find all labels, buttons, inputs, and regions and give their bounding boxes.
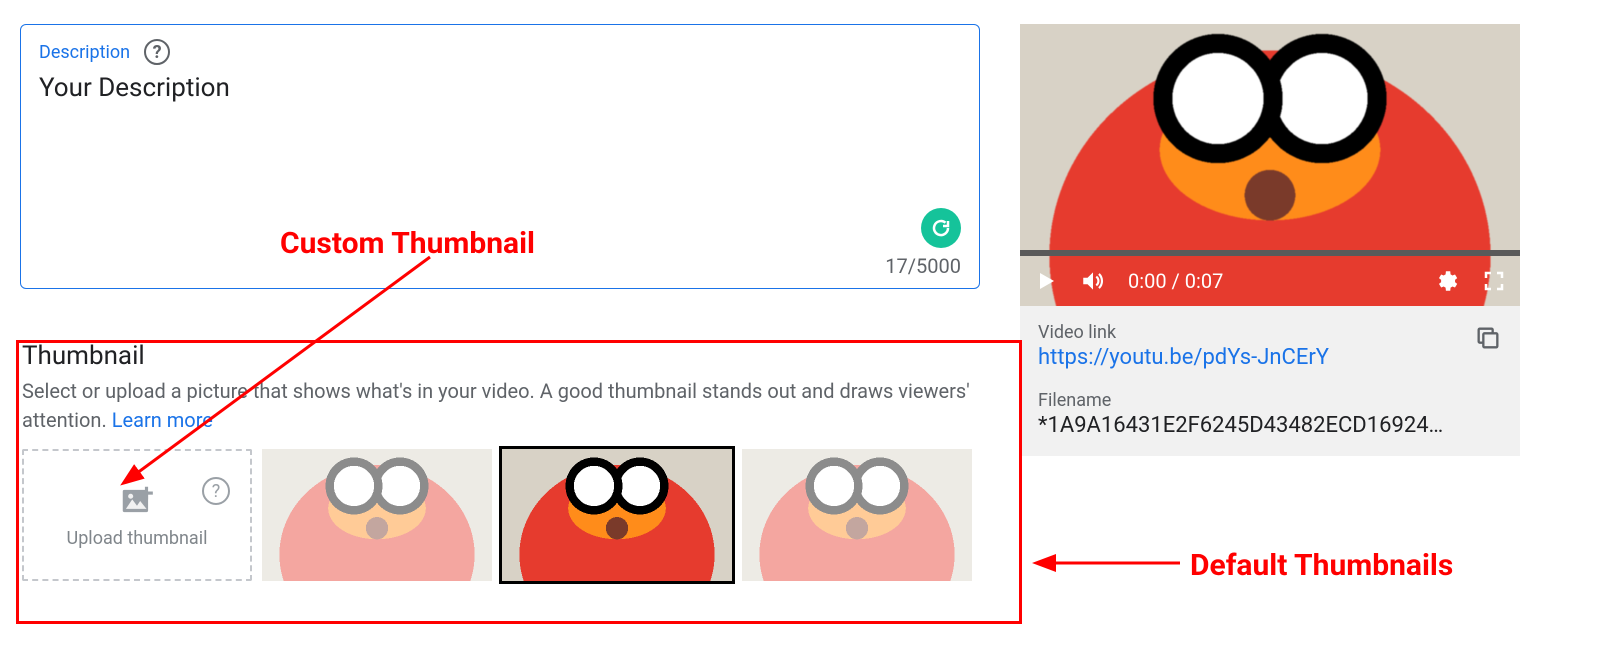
filename-label: Filename (1038, 390, 1502, 411)
upload-thumbnail-button[interactable]: ? Upload thumbnail (22, 449, 252, 581)
help-icon[interactable]: ? (144, 39, 170, 65)
copy-icon[interactable] (1474, 324, 1502, 356)
video-player[interactable]: 0:00 / 0:07 (1020, 24, 1520, 306)
help-icon[interactable]: ? (202, 477, 230, 505)
play-icon[interactable] (1034, 269, 1058, 293)
filename-value: *1A9A16431E2F6245D43482ECD16924… (1038, 413, 1502, 438)
video-preview-card: 0:00 / 0:07 Video link https://youtu.be/… (1020, 24, 1520, 456)
image-add-icon (118, 482, 156, 520)
char-count: 17/5000 (885, 254, 961, 278)
video-time: 0:00 / 0:07 (1128, 269, 1223, 293)
upload-thumbnail-label: Upload thumbnail (67, 528, 208, 549)
annotation-default-thumbnails: Default Thumbnails (1190, 548, 1453, 583)
thumbnail-title: Thumbnail (22, 341, 980, 371)
video-link-label: Video link (1038, 322, 1502, 343)
thumbnail-option-2[interactable] (502, 449, 732, 581)
description-value[interactable]: Your Description (39, 73, 961, 103)
thumbnail-option-3[interactable] (742, 449, 972, 581)
video-link[interactable]: https://youtu.be/pdYs-JnCErY (1038, 345, 1502, 370)
volume-icon[interactable] (1080, 268, 1106, 294)
fullscreen-icon[interactable] (1482, 269, 1506, 293)
grammarly-icon[interactable] (921, 208, 961, 248)
thumbnail-section: Thumbnail Select or upload a picture tha… (20, 341, 980, 581)
description-label: Description (39, 42, 130, 63)
settings-icon[interactable] (1434, 268, 1460, 294)
thumbnail-help-text: Select or upload a picture that shows wh… (22, 377, 980, 435)
thumbnail-option-1[interactable] (262, 449, 492, 581)
annotation-custom-thumbnail: Custom Thumbnail (280, 226, 535, 261)
learn-more-link[interactable]: Learn more (112, 408, 213, 432)
